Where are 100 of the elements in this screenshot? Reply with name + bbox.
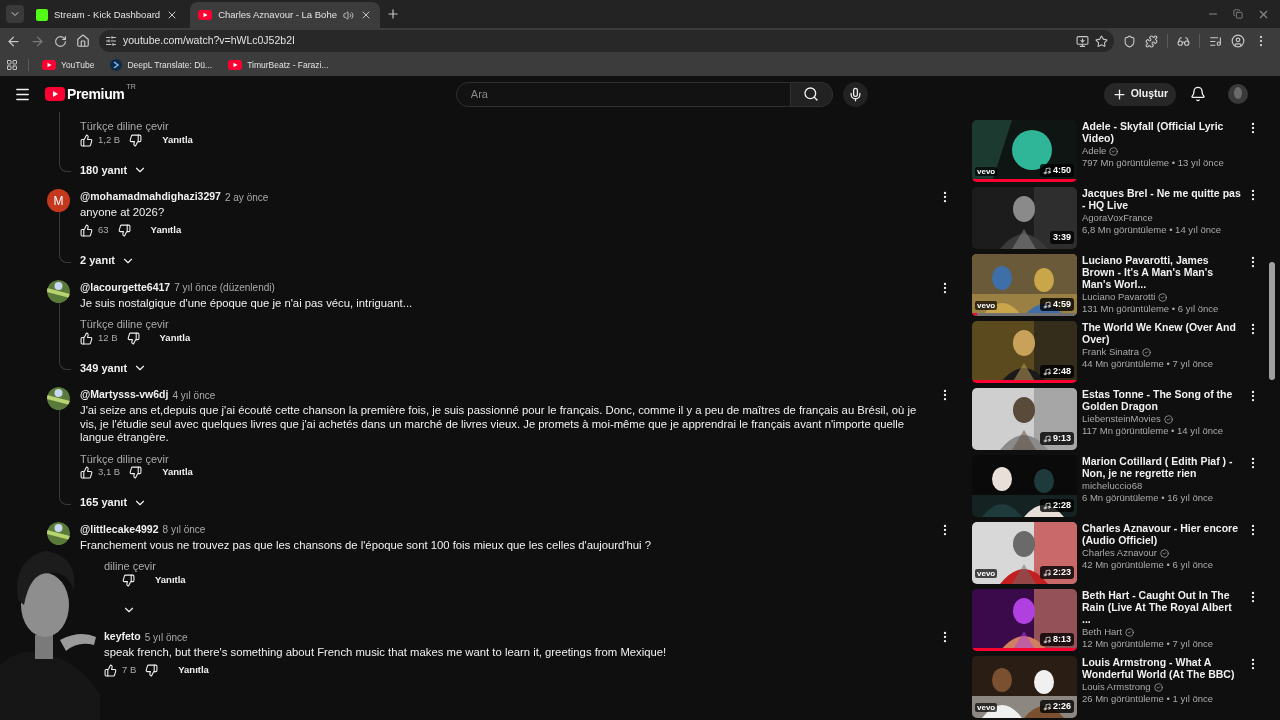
search-field[interactable]: Ara [455,81,791,107]
voice-search-button[interactable] [842,81,868,107]
video-title[interactable]: Marion Cotillard ( Edith Piaf ) - Non, je ne regrette rien [1082,455,1241,479]
install-icon[interactable] [1076,34,1089,48]
video-thumbnail[interactable]: vevo 4:50 [972,120,1077,182]
reply-button[interactable]: Yanıtla [158,465,197,480]
comment-author[interactable]: @littlecake4992 [80,521,159,538]
comment-time[interactable]: 2 ay önce [224,189,269,205]
video-thumbnail[interactable]: 2:28 [972,455,1077,517]
replies-toggle[interactable]: 349 yanıt [80,359,148,377]
reply-button[interactable]: Yanıtla [174,663,213,678]
create-button[interactable]: Oluştur [1103,82,1176,106]
dislike-icon[interactable] [117,224,131,237]
video-title[interactable]: Beth Hart - Caught Out In The Rain (Live At The Royal Albert ... [1082,589,1241,625]
like-icon[interactable] [80,331,93,345]
dislike-icon[interactable] [129,466,143,479]
reply-button[interactable]: Yanıtla [158,132,197,148]
channel-name[interactable]: Charles Aznavour [1082,547,1157,559]
dislike-icon[interactable] [126,331,140,345]
media-controls-icon[interactable] [1209,34,1222,48]
replies-toggle[interactable]: 165 yanıt [80,494,148,511]
like-icon[interactable] [104,664,117,677]
video-title[interactable]: Charles Aznavour - Hier encore (Audio Officiel) [1082,522,1241,546]
address-bar[interactable]: youtube.com/watch?v=hWLc0J52b2I [99,30,1114,52]
search-button[interactable] [790,81,833,107]
browser-tab[interactable]: Charles Aznavour - La Bohe [190,2,380,28]
replies-toggle[interactable]: 180 yanıt [80,161,148,179]
restore-icon[interactable] [1233,9,1243,19]
logo-text[interactable]: Premium [67,83,125,105]
comment-author[interactable]: @lacourgette6417 [80,279,171,296]
dislike-icon[interactable] [122,573,135,587]
new-tab-icon[interactable] [385,7,400,21]
scrollbar-thumb[interactable] [1269,262,1275,380]
like-count: 1,2 B [98,132,121,147]
video-thumbnail[interactable]: 2:48 [972,321,1077,383]
video-thumbnail[interactable]: 8:13 [972,589,1077,651]
comment-author[interactable]: @Martysss-vw6dj [80,387,169,403]
site-info-icon[interactable] [105,35,117,47]
reply-button[interactable]: Yanıtla [151,572,190,588]
video-meta: 6,8 Mn görüntüleme • 14 yıl önce [1082,224,1223,236]
video-title[interactable]: Adele - Skyfall (Official Lyric Video) [1082,120,1241,144]
avatar[interactable]: M [47,189,70,212]
youtube-logo-icon[interactable] [45,86,65,101]
video-thumbnail[interactable]: vevo 2:26 [972,656,1077,718]
video-meta: 6 Mn görüntüleme • 16 yıl önce [1082,492,1215,504]
video-thumbnail[interactable]: 3:39 [972,187,1077,249]
bookmark-item[interactable]: TimurBeatz - Farazi... [225,58,332,72]
video-title[interactable]: Jacques Brel - Ne me quitte pas - HQ Live [1082,187,1241,211]
bookmark-star-icon[interactable] [1095,34,1108,48]
channel-name[interactable]: Adele [1082,145,1107,157]
video-title[interactable]: Louis Armstrong - What A Wonderful World (At The BBC) [1082,656,1241,680]
channel-name[interactable]: LiebensteinMovies [1082,413,1161,425]
translate-link[interactable]: Türkçe diline çevir [80,452,169,465]
like-icon[interactable] [80,466,93,479]
channel-name[interactable]: AgoraVoxFrance [1082,212,1153,224]
comment-author[interactable]: @mohamadmahdighazi3297 [80,189,221,205]
reply-button[interactable]: Yanıtla [155,330,195,346]
home-icon[interactable] [76,34,90,48]
reload-icon[interactable] [54,34,67,48]
video-title[interactable]: Luciano Pavarotti, James Brown - It's A Man's Man's Man's Worl... [1082,254,1241,290]
comment-author[interactable]: keyfeto [104,629,141,645]
channel-name[interactable]: Luciano Pavarotti [1082,291,1156,303]
video-title[interactable]: The World We Knew (Over And Over) [1082,321,1241,345]
bookmark-item[interactable]: YouTube [39,58,98,72]
comment-time[interactable]: 5 yıl önce [144,629,188,645]
video-title[interactable]: Estas Tonne - The Song of the Golden Dragon [1082,388,1241,412]
avatar[interactable] [1228,84,1248,104]
like-count: 12 B [98,330,118,345]
translate-link[interactable]: Türkçe diline çevir [80,318,169,330]
channel-name[interactable]: Louis Armstrong [1082,681,1151,693]
video-thumbnail[interactable]: vevo 4:59 [972,254,1077,316]
comment-time[interactable]: 4 yıl önce [172,387,216,403]
channel-name[interactable]: Frank Sinatra [1082,346,1140,358]
notifications-icon[interactable] [1190,86,1206,102]
reply-button[interactable]: Yanıtla [146,223,186,238]
dislike-icon[interactable] [129,133,143,147]
speaker-icon[interactable] [342,9,354,21]
profile-icon[interactable] [1231,34,1245,48]
tab-title: Charles Aznavour - La Bohe [218,7,337,22]
forward-icon[interactable] [30,33,45,49]
channel-name[interactable]: Beth Hart [1082,626,1123,638]
comment-time[interactable]: 8 yıl önce [162,522,206,537]
shield-icon[interactable] [1123,34,1136,48]
like-icon[interactable] [80,133,93,147]
browser-tab[interactable]: Stream - Kick Dashboard [28,2,187,28]
bookmark-item[interactable]: DeepL Translate: Dü... [107,58,216,72]
channel-name[interactable]: micheluccio68 [1082,480,1143,492]
video-thumbnail[interactable]: 9:13 [972,388,1077,450]
extensions-icon[interactable] [1145,34,1158,48]
dislike-icon[interactable] [145,664,159,677]
video-thumbnail[interactable]: vevo 2:23 [972,522,1077,584]
back-icon[interactable] [6,33,21,49]
tab-search-button[interactable] [6,5,24,23]
apps-icon[interactable] [6,59,18,71]
translate-link[interactable]: diline çevir [104,560,156,572]
like-icon[interactable] [80,224,93,237]
incognito-icon[interactable] [1177,34,1190,48]
translate-link[interactable]: Türkçe diline çevir [80,120,169,132]
comment-time[interactable]: 7 yıl önce (düzenlendi) [174,280,275,295]
replies-toggle[interactable]: 2 yanıt [80,252,135,269]
